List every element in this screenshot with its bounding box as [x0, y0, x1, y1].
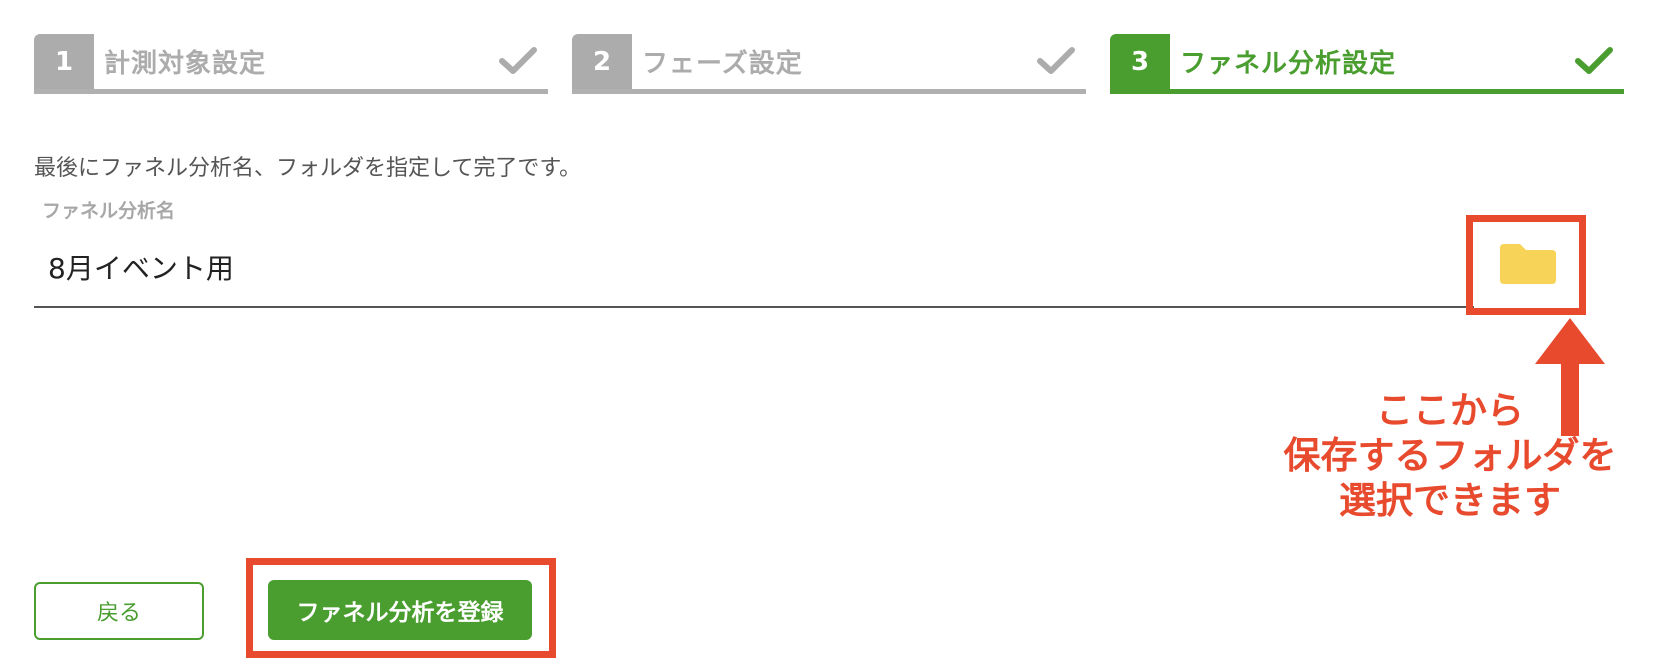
- instruction-text: 最後にファネル分析名、フォルダを指定して完了です。: [34, 156, 582, 181]
- step-2-number: 2: [572, 34, 632, 89]
- check-icon: [499, 47, 537, 74]
- annotation-text: ここから 保存するフォルダを 選択できます: [1260, 388, 1640, 523]
- step-2-label: フェーズ設定: [642, 49, 803, 79]
- step-1-label: 計測対象設定: [104, 49, 267, 79]
- annotation-line-2: 保存するフォルダを: [1283, 434, 1617, 477]
- step-1-number: 1: [34, 34, 94, 89]
- step-2[interactable]: 2 フェーズ設定: [572, 34, 1086, 94]
- funnel-name-label: ファネル分析名: [42, 200, 176, 222]
- funnel-name-input[interactable]: [34, 228, 1474, 308]
- annotation-line-3: 選択できます: [1339, 479, 1561, 522]
- annotation-line-1: ここから: [1376, 389, 1524, 432]
- check-icon: [1575, 47, 1613, 74]
- step-3-number: 3: [1110, 34, 1170, 89]
- register-funnel-button[interactable]: ファネル分析を登録: [268, 580, 532, 640]
- check-icon: [1037, 47, 1075, 74]
- step-3-label: ファネル分析設定: [1180, 49, 1397, 79]
- step-1[interactable]: 1 計測対象設定: [34, 34, 548, 94]
- step-3[interactable]: 3 ファネル分析設定: [1110, 34, 1624, 94]
- funnel-setup-page: 1 計測対象設定 2 フェーズ設定 3 ファネル分析設定 最後にファネル分析名、…: [0, 0, 1676, 670]
- back-button[interactable]: 戻る: [34, 582, 204, 640]
- folder-icon[interactable]: [1498, 240, 1558, 286]
